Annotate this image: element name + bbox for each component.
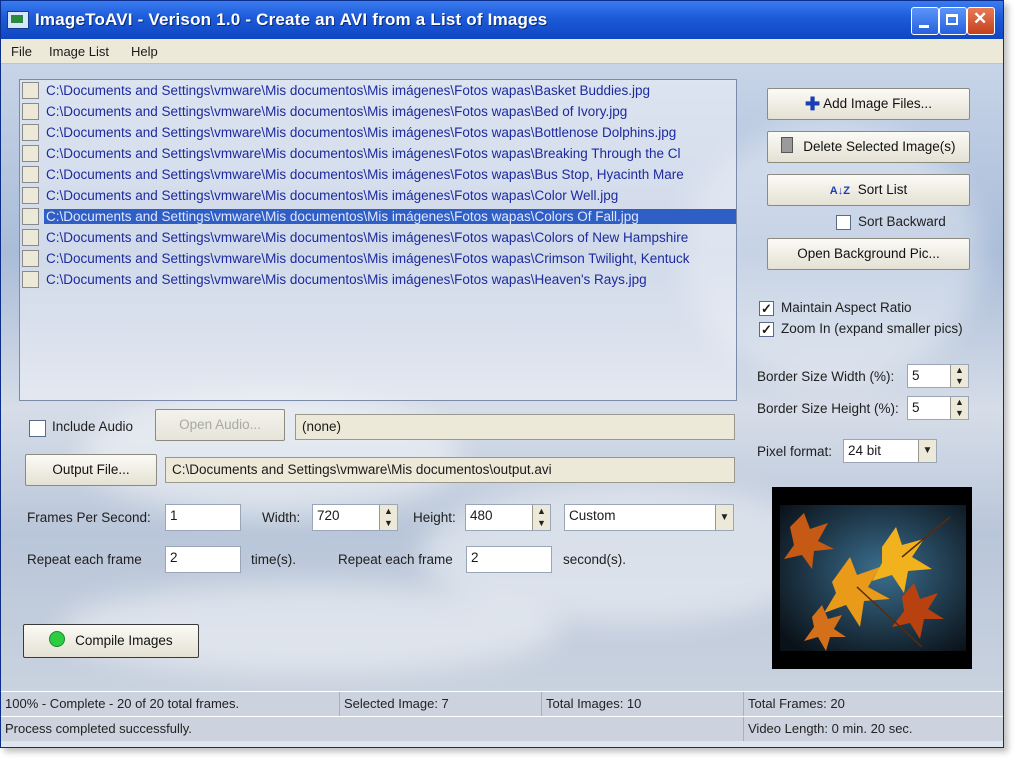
row-checkbox[interactable] <box>22 145 39 162</box>
width-stepper[interactable]: 720 ▲ ▼ <box>312 504 398 531</box>
zoom-in-label: Zoom In (expand smaller pics) <box>781 321 963 336</box>
width-label: Width: <box>262 510 301 525</box>
row-checkbox[interactable] <box>22 187 39 204</box>
repeat-frame-seconds-label: Repeat each frame <box>338 552 453 567</box>
open-audio-button[interactable]: Open Audio... <box>155 409 285 441</box>
list-item[interactable]: C:\Documents and Settings\vmware\Mis doc… <box>20 227 736 248</box>
pixel-format-label: Pixel format: <box>757 444 833 459</box>
image-file-list[interactable]: C:\Documents and Settings\vmware\Mis doc… <box>19 79 737 401</box>
fps-input[interactable]: 1 <box>165 504 241 531</box>
list-item[interactable]: C:\Documents and Settings\vmware\Mis doc… <box>20 143 736 164</box>
chevron-down-icon[interactable]: ▼ <box>918 440 936 462</box>
open-background-pic-button[interactable]: Open Background Pic... <box>767 238 970 270</box>
menu-image-list[interactable]: Image List <box>49 44 109 59</box>
status-bar-bottom: Process completed successfully. Video Le… <box>1 716 1003 741</box>
close-button[interactable] <box>967 7 995 35</box>
repeat-times-unit: time(s). <box>251 552 296 567</box>
list-item[interactable]: C:\Documents and Settings\vmware\Mis doc… <box>20 185 736 206</box>
list-item[interactable]: C:\Documents and Settings\vmware\Mis doc… <box>20 122 736 143</box>
spin-arrows-icon[interactable]: ▲ ▼ <box>950 365 968 387</box>
maintain-aspect-ratio-checkbox[interactable]: ✓ <box>759 301 774 316</box>
height-label: Height: <box>413 510 456 525</box>
row-checkbox[interactable] <box>22 103 39 120</box>
row-checkbox[interactable] <box>22 229 39 246</box>
file-path: C:\Documents and Settings\vmware\Mis doc… <box>46 272 647 287</box>
minimize-button[interactable] <box>911 7 939 35</box>
list-item[interactable]: C:\Documents and Settings\vmware\Mis doc… <box>20 101 736 122</box>
file-path: C:\Documents and Settings\vmware\Mis doc… <box>44 209 736 224</box>
row-checkbox[interactable] <box>22 166 39 183</box>
border-height-label: Border Size Height (%): <box>757 401 899 416</box>
chevron-down-icon[interactable]: ▼ <box>715 505 733 530</box>
list-item[interactable]: C:\Documents and Settings\vmware\Mis doc… <box>20 164 736 185</box>
file-path: C:\Documents and Settings\vmware\Mis doc… <box>46 104 628 119</box>
spin-arrows-icon[interactable]: ▲ ▼ <box>532 505 550 530</box>
app-icon <box>7 11 29 29</box>
add-image-files-button[interactable]: ✚ Add Image Files... <box>767 88 970 120</box>
window-title: ImageToAVI - Verison 1.0 - Create an AVI… <box>35 10 548 29</box>
compile-images-button[interactable]: Compile Images <box>23 624 199 658</box>
sort-backward-checkbox[interactable] <box>836 215 851 230</box>
client-area: C:\Documents and Settings\vmware\Mis doc… <box>1 64 1003 691</box>
spin-arrows-icon[interactable]: ▲ ▼ <box>950 397 968 419</box>
title-bar[interactable]: ImageToAVI - Verison 1.0 - Create an AVI… <box>1 1 1003 39</box>
file-path: C:\Documents and Settings\vmware\Mis doc… <box>46 146 681 161</box>
border-height-stepper[interactable]: 5 ▲ ▼ <box>907 396 969 420</box>
delete-selected-images-button[interactable]: Delete Selected Image(s) <box>767 131 970 163</box>
include-audio-checkbox[interactable] <box>29 420 46 437</box>
row-checkbox[interactable] <box>22 208 39 225</box>
list-item-selected[interactable]: C:\Documents and Settings\vmware\Mis doc… <box>20 206 736 227</box>
file-path: C:\Documents and Settings\vmware\Mis doc… <box>46 230 689 245</box>
selected-image-status: Selected Image: 7 <box>339 692 541 716</box>
sort-list-button[interactable]: A↓Z Sort List <box>767 174 970 206</box>
autumn-leaves-image <box>772 487 972 669</box>
sort-backward-label: Sort Backward <box>858 214 946 229</box>
file-path: C:\Documents and Settings\vmware\Mis doc… <box>46 83 651 98</box>
row-checkbox[interactable] <box>22 124 39 141</box>
total-frames-status: Total Frames: 20 <box>743 692 1003 716</box>
pixel-format-select[interactable]: 24 bit ▼ <box>843 439 937 463</box>
file-path: C:\Documents and Settings\vmware\Mis doc… <box>46 188 619 203</box>
list-item[interactable]: C:\Documents and Settings\vmware\Mis doc… <box>20 248 736 269</box>
list-item[interactable]: C:\Documents and Settings\vmware\Mis doc… <box>20 80 736 101</box>
file-path: C:\Documents and Settings\vmware\Mis doc… <box>46 167 684 182</box>
menu-file[interactable]: File <box>11 44 32 59</box>
process-message: Process completed successfully. <box>5 721 192 736</box>
progress-status: 100% - Complete - 20 of 20 total frames. <box>5 696 240 711</box>
border-width-label: Border Size Width (%): <box>757 369 895 384</box>
total-images-status: Total Images: 10 <box>541 692 743 716</box>
plus-icon: ✚ <box>805 94 821 114</box>
menu-help[interactable]: Help <box>131 44 158 59</box>
repeat-seconds-unit: second(s). <box>563 552 627 567</box>
size-preset-select[interactable]: Custom ▼ <box>564 504 734 531</box>
height-stepper[interactable]: 480 ▲ ▼ <box>465 504 551 531</box>
app-window: ImageToAVI - Verison 1.0 - Create an AVI… <box>0 0 1004 748</box>
output-path-field: C:\Documents and Settings\vmware\Mis doc… <box>165 457 735 483</box>
green-status-icon <box>49 631 66 647</box>
audio-path-field: (none) <box>295 414 735 440</box>
maintain-aspect-ratio-label: Maintain Aspect Ratio <box>781 300 912 315</box>
status-bar-top: 100% - Complete - 20 of 20 total frames.… <box>1 691 1003 716</box>
maximize-button[interactable] <box>939 7 967 35</box>
repeat-frame-label: Repeat each frame <box>27 552 142 567</box>
border-width-stepper[interactable]: 5 ▲ ▼ <box>907 364 969 388</box>
fps-label: Frames Per Second: <box>27 510 151 525</box>
spin-arrows-icon[interactable]: ▲ ▼ <box>379 505 397 530</box>
file-path: C:\Documents and Settings\vmware\Mis doc… <box>46 125 677 140</box>
repeat-seconds-input[interactable]: 2 <box>466 546 552 573</box>
image-preview <box>772 487 972 669</box>
output-file-button[interactable]: Output File... <box>25 454 157 486</box>
repeat-times-input[interactable]: 2 <box>165 546 241 573</box>
zoom-in-checkbox[interactable]: ✓ <box>759 322 774 337</box>
sort-az-icon: A↓Z <box>829 185 850 197</box>
list-item[interactable]: C:\Documents and Settings\vmware\Mis doc… <box>20 269 736 290</box>
video-length-status: Video Length: 0 min. 20 sec. <box>743 717 1003 741</box>
file-path: C:\Documents and Settings\vmware\Mis doc… <box>46 251 690 266</box>
include-audio-label: Include Audio <box>52 419 134 434</box>
row-checkbox[interactable] <box>22 250 39 267</box>
row-checkbox[interactable] <box>22 271 39 288</box>
row-checkbox[interactable] <box>22 82 39 99</box>
trash-icon <box>781 137 794 153</box>
menu-bar: File Image List Help <box>1 39 1003 64</box>
